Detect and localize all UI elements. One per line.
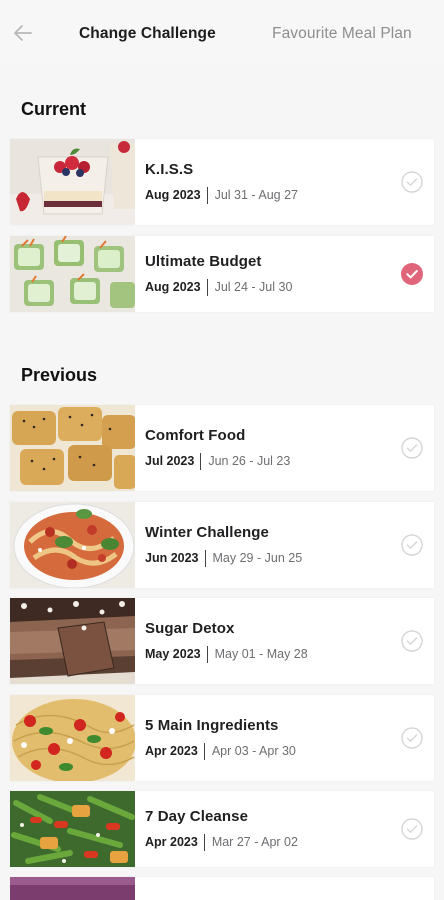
arrow-left-icon[interactable] [10, 20, 36, 46]
challenge-title: Sugar Detox [145, 619, 235, 637]
challenge-month: May 2023 [145, 647, 201, 661]
challenge-month: Aug 2023 [145, 188, 201, 202]
top-bar: Change Challenge Favourite Meal Plan [0, 0, 444, 66]
challenge-month: Aug 2023 [145, 280, 201, 294]
check-circle-icon[interactable] [401, 630, 423, 652]
divider [206, 186, 208, 204]
check-circle-icon[interactable] [401, 171, 423, 193]
challenge-date-range: Jul 31 - Aug 27 [214, 188, 298, 202]
challenge-thumbnail [10, 236, 135, 312]
challenge-card-5-main-ingredients[interactable]: 5 Main Ingredients Apr 2023 Apr 03 - Apr… [10, 695, 434, 781]
challenge-card-sugar-detox[interactable]: Sugar Detox May 2023 May 01 - May 28 [10, 598, 434, 684]
challenge-date-range: Jul 24 - Jul 30 [214, 280, 293, 294]
challenge-date-range: May 29 - Jun 25 [212, 551, 303, 565]
challenge-title: K.I.S.S [145, 160, 194, 178]
challenge-thumbnail [10, 139, 135, 225]
challenge-month: Jul 2023 [145, 454, 195, 468]
challenge-card-partial[interactable] [10, 877, 434, 900]
challenge-card-winter-challenge[interactable]: Winter Challenge Jun 2023 May 29 - Jun 2… [10, 502, 434, 588]
challenge-thumbnail [10, 598, 135, 684]
challenge-title: 7 Day Cleanse [145, 807, 249, 825]
section-title-previous: Previous [21, 365, 98, 385]
section-title-current: Current [21, 99, 87, 119]
challenge-card-ultimate-budget[interactable]: Ultimate Budget Aug 2023 Jul 24 - Jul 30 [10, 236, 434, 312]
challenge-date-range: Apr 03 - Apr 30 [211, 744, 296, 758]
tab-favourite-meal-plan[interactable]: Favourite Meal Plan [272, 25, 412, 43]
divider [204, 549, 206, 567]
check-circle-filled-icon[interactable] [401, 263, 423, 285]
check-circle-icon[interactable] [401, 727, 423, 749]
challenge-card-7-day-cleanse[interactable]: 7 Day Cleanse Apr 2023 Mar 27 - Apr 02 [10, 791, 434, 867]
check-circle-icon[interactable] [401, 818, 423, 840]
challenge-date-range: May 01 - May 28 [214, 647, 308, 661]
challenge-card-comfort-food[interactable]: Comfort Food Jul 2023 Jun 26 - Jul 23 [10, 405, 434, 491]
challenge-title: Comfort Food [145, 426, 246, 444]
challenge-thumbnail [10, 791, 135, 867]
divider [203, 833, 205, 851]
challenge-title: Winter Challenge [145, 523, 269, 541]
tab-change-challenge[interactable]: Change Challenge [79, 25, 216, 43]
challenge-thumbnail [10, 877, 135, 900]
challenge-month: Apr 2023 [145, 744, 198, 758]
challenge-thumbnail [10, 405, 135, 491]
challenge-month: Jun 2023 [145, 551, 199, 565]
check-circle-icon[interactable] [401, 534, 423, 556]
challenge-date-range: Jun 26 - Jul 23 [208, 454, 291, 468]
divider [206, 278, 208, 296]
challenge-title: 5 Main Ingredients [145, 716, 279, 734]
check-circle-icon[interactable] [401, 437, 423, 459]
challenge-thumbnail [10, 502, 135, 588]
challenge-title: Ultimate Budget [145, 252, 262, 270]
divider [206, 645, 208, 663]
challenge-thumbnail [10, 695, 135, 781]
challenge-card-kiss[interactable]: K.I.S.S Aug 2023 Jul 31 - Aug 27 [10, 139, 434, 225]
divider [203, 742, 205, 760]
challenge-date-range: Mar 27 - Apr 02 [211, 835, 298, 849]
challenge-month: Apr 2023 [145, 835, 198, 849]
divider [200, 452, 202, 470]
